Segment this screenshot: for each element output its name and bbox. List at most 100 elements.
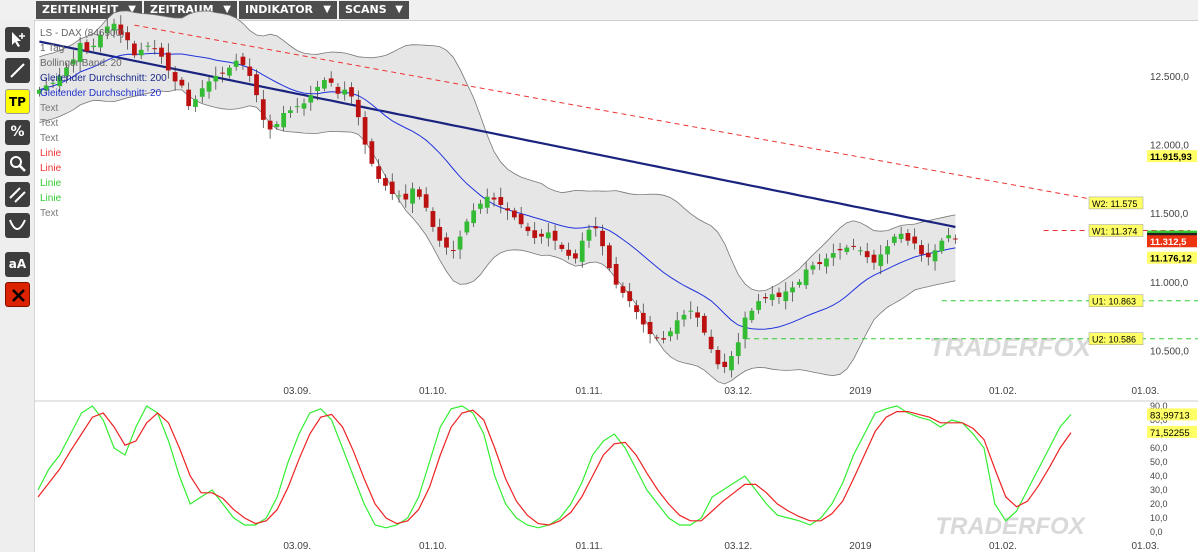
candle-body [464,221,470,233]
level-label-text: W2: 11.575 [1092,199,1137,209]
candle-body [844,247,850,252]
candle-body [308,95,314,103]
legend-entry[interactable]: Gleitender Durchschnitt: 20 [40,86,167,101]
legend-entry[interactable]: Linie [40,161,167,176]
legend-entry[interactable]: Gleitender Durchschnitt: 200 [40,71,167,86]
date-axis-tick: 01.02. [989,386,1017,397]
candle-body [939,240,945,252]
candle-body [919,245,924,255]
date-axis-tick: 01.03. [1131,541,1159,552]
oscillator-axis-tick: 50,0 [1150,457,1168,467]
oscillator-axis-tick: 60,0 [1150,443,1168,453]
candle-body [586,229,592,241]
legend-entry[interactable]: Text [40,206,167,221]
candle-body [227,67,232,76]
chart-legend: LS - DAX (846900) 1 Tag Bollinger Band: 20… [40,26,167,221]
price-chart-canvas[interactable]: TRADERFOX 12.500,0 12.000,0 11.500,0 11.000,… [0,0,1198,552]
candle-body [688,310,694,312]
candle-body [430,211,436,227]
candle-body [355,99,361,118]
candle-body [824,258,829,267]
candle-body [634,305,639,313]
legend-entry[interactable]: Bollinger Band: 20 [40,56,167,71]
candle-body [803,269,809,286]
stochastic-d-line [37,409,1072,526]
candle-body [369,141,375,164]
price-axis-tick: 11.000,0 [1150,278,1189,289]
date-axis-tick: 03.09. [283,386,311,397]
price-tag-text: 11.312,5 [1150,237,1187,248]
candle-body [817,262,823,265]
oscillator-tag-text: 83,99713 [1150,410,1190,421]
candle-body [525,226,531,232]
legend-entry[interactable]: Text [40,116,167,131]
candle-body [695,312,700,318]
candle-body [274,123,280,128]
candle-body [858,250,863,252]
candle-body [511,210,517,218]
date-axis-tick: 03.12. [724,541,752,552]
oscillator-axis-tick: 10,0 [1150,513,1168,523]
level-label-text: U1: 10.863 [1092,297,1136,307]
candle-body [790,287,795,293]
date-axis-tick: 01.02. [989,541,1017,552]
candle-body [342,89,348,95]
candle-body [410,188,415,204]
candle-body [471,210,477,224]
candle-body [254,74,259,96]
legend-entry[interactable]: Text [40,131,167,146]
bollinger-band-fill [39,10,956,385]
candle-body [769,294,775,301]
watermark-oscillator: TRADERFOX [935,513,1086,540]
candle-body [240,56,246,65]
date-axis-tick: 01.11. [575,386,602,397]
candle-body [708,336,714,350]
candle-body [539,233,544,237]
candle-body [233,60,239,67]
candle-body [362,117,368,145]
candle-body [403,193,409,200]
candle-body [457,236,463,250]
candle-body [715,349,721,365]
legend-entry[interactable]: Text [40,101,167,116]
candle-body [193,99,198,107]
candle-body [810,265,816,270]
stochastic-k-line [37,405,1072,529]
candle-body [885,246,890,255]
candle-body [640,312,646,325]
candle-body [416,189,422,197]
price-axis-tick: 12.500,0 [1150,72,1189,83]
candle-body [776,292,782,297]
candle-body [383,178,388,186]
candle-body [505,208,510,211]
candle-body [830,253,836,258]
date-axis-tick: 01.10. [419,541,447,552]
candle-body [627,291,633,302]
candle-body [600,230,605,247]
legend-entry[interactable]: Linie [40,176,167,191]
candle-body [756,301,762,310]
candle-body [206,81,212,92]
candle-body [349,87,354,97]
oscillator-axis-tick: 0,0 [1150,527,1163,537]
candle-body [335,86,341,94]
candle-body [491,197,497,200]
candle-body [552,230,558,241]
candle-body [953,238,958,240]
candle-body [389,181,395,195]
candle-body [593,226,599,229]
legend-entry[interactable]: Linie [40,191,167,206]
date-axis-tick: 2019 [849,541,872,552]
candle-body [376,166,382,179]
candle-body [864,251,870,258]
legend-entry[interactable]: LS - DAX (846900) [40,26,167,41]
legend-entry[interactable]: 1 Tag [40,41,167,56]
candle-body [606,245,612,269]
candle-body [674,320,680,334]
candle-body [545,232,551,239]
legend-entry[interactable]: Linie [40,146,167,161]
candle-body [559,244,565,249]
candle-body [186,89,192,107]
price-tag-text: 11.915,93 [1150,152,1192,163]
candle-body [871,254,877,263]
